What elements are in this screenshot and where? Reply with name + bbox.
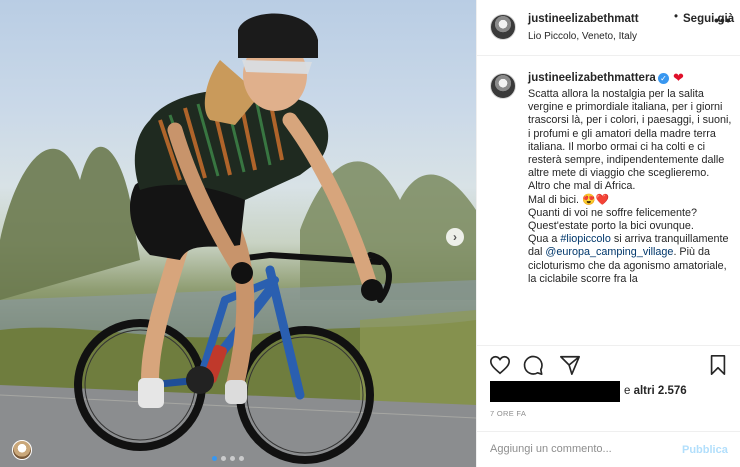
comments-area[interactable]: justineelizabethmattera ✓ ❤ Scatta allor… — [477, 56, 740, 345]
caption-line: Altro che mal di Africa. — [528, 180, 636, 193]
tagged-user-icon[interactable] — [12, 440, 32, 460]
next-photo-button[interactable]: › — [446, 228, 464, 246]
caption-text: Scatta allora la nostalgia per la salita… — [528, 88, 734, 286]
caption-line: Mal di bici. 😍❤️ — [528, 193, 609, 206]
chevron-right-icon: › — [453, 230, 457, 244]
caption-paragraph: Scatta allora la nostalgia per la salita… — [528, 88, 732, 180]
hashtag-link[interactable]: #liopiccolo — [560, 233, 610, 245]
post-location[interactable]: Lio Piccolo, Veneto, Italy — [528, 31, 637, 42]
comment-input[interactable] — [490, 443, 670, 455]
redacted-liker-names — [490, 381, 620, 402]
likes-count[interactable]: e altri 2.576 — [624, 385, 687, 397]
carousel-dot — [221, 456, 226, 461]
publish-button[interactable]: Pubblica — [682, 444, 728, 456]
caption-line: Quanti di voi ne soffre felicemente? Que… — [528, 206, 698, 233]
post-username[interactable]: justineelizabethmatt — [528, 13, 639, 25]
likes-prefix: e — [624, 385, 634, 397]
comment-form: Pubblica — [477, 431, 740, 467]
heart-outline-icon[interactable] — [489, 354, 511, 376]
red-heart-icon: ❤ — [673, 70, 684, 85]
comment-icon[interactable] — [522, 354, 544, 376]
post-timestamp[interactable]: 7 ORE FA — [490, 409, 526, 418]
caption-username[interactable]: justineelizabethmattera — [528, 72, 656, 84]
post-panel: justineelizabethmatt • Segui già ••• Lio… — [476, 0, 740, 467]
bookmark-icon[interactable] — [707, 354, 729, 376]
caption-line: Qua a — [528, 233, 561, 246]
avatar[interactable] — [490, 14, 516, 40]
send-icon[interactable] — [559, 354, 581, 376]
likes-others[interactable]: altri 2.576 — [634, 385, 687, 397]
carousel-indicator — [212, 456, 244, 461]
post-photo[interactable]: › — [0, 0, 476, 467]
caption-avatar[interactable] — [490, 73, 516, 99]
cyclist-photo — [0, 13, 476, 467]
likes-row: e altri 2.576 — [477, 381, 740, 403]
post-header: justineelizabethmatt • Segui già ••• Lio… — [477, 0, 740, 56]
separator-dot: • — [674, 11, 679, 23]
action-bar — [477, 345, 740, 381]
carousel-dot — [230, 456, 235, 461]
carousel-dot — [212, 456, 217, 461]
carousel-dot — [239, 456, 244, 461]
more-options-icon[interactable]: ••• — [714, 12, 732, 28]
verified-badge-icon: ✓ — [658, 73, 669, 84]
mention-link[interactable]: @europa_camping_village — [545, 246, 673, 258]
